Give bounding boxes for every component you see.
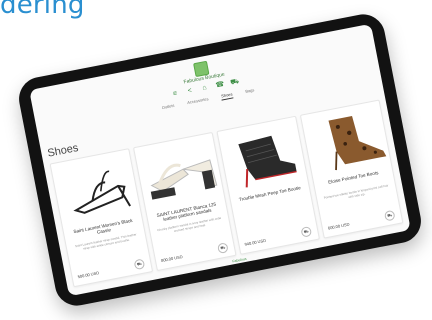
menu-icon[interactable]: ≡	[171, 89, 182, 98]
product-image	[328, 115, 387, 171]
product-price: 500.00 USD	[77, 270, 100, 280]
tablet-screen: Fabulous Boutique ≡ < ⌂ ☎ ⛟ Outlets Acce…	[29, 23, 411, 297]
add-to-cart-icon[interactable]: ⛟	[216, 242, 229, 254]
nav-item-accessories[interactable]: Accessories	[187, 96, 209, 105]
add-to-cart-icon[interactable]: ⛟	[133, 258, 146, 271]
page-heading: dering	[0, 0, 85, 20]
product-image	[238, 135, 297, 188]
home-icon[interactable]: ⌂	[200, 83, 211, 92]
add-to-cart-icon[interactable]: ⛟	[300, 225, 313, 238]
nav-item-bags[interactable]: Bags	[245, 87, 255, 94]
tablet-device: Fabulous Boutique ≡ < ⌂ ☎ ⛟ Outlets Acce…	[15, 10, 425, 310]
product-description	[239, 200, 307, 213]
product-image	[73, 170, 131, 214]
product-price: 940.00 USD	[244, 237, 267, 247]
phone-icon[interactable]: ☎	[215, 80, 228, 89]
product-description: Pointed toe stiletto bootie in leopard p…	[323, 183, 389, 200]
product-price: 600.00 USD	[327, 221, 350, 231]
section-title: Shoes	[46, 141, 80, 160]
product-image	[150, 159, 218, 200]
nav-item-outlets[interactable]: Outlets	[161, 103, 174, 110]
cart-icon[interactable]: ⛟	[230, 77, 243, 88]
product-price: 800.00 USD	[160, 253, 183, 264]
nav-item-shoes[interactable]: Shoes	[220, 91, 234, 101]
add-to-cart-icon[interactable]: ⛟	[383, 209, 396, 222]
share-icon[interactable]: <	[186, 86, 197, 95]
